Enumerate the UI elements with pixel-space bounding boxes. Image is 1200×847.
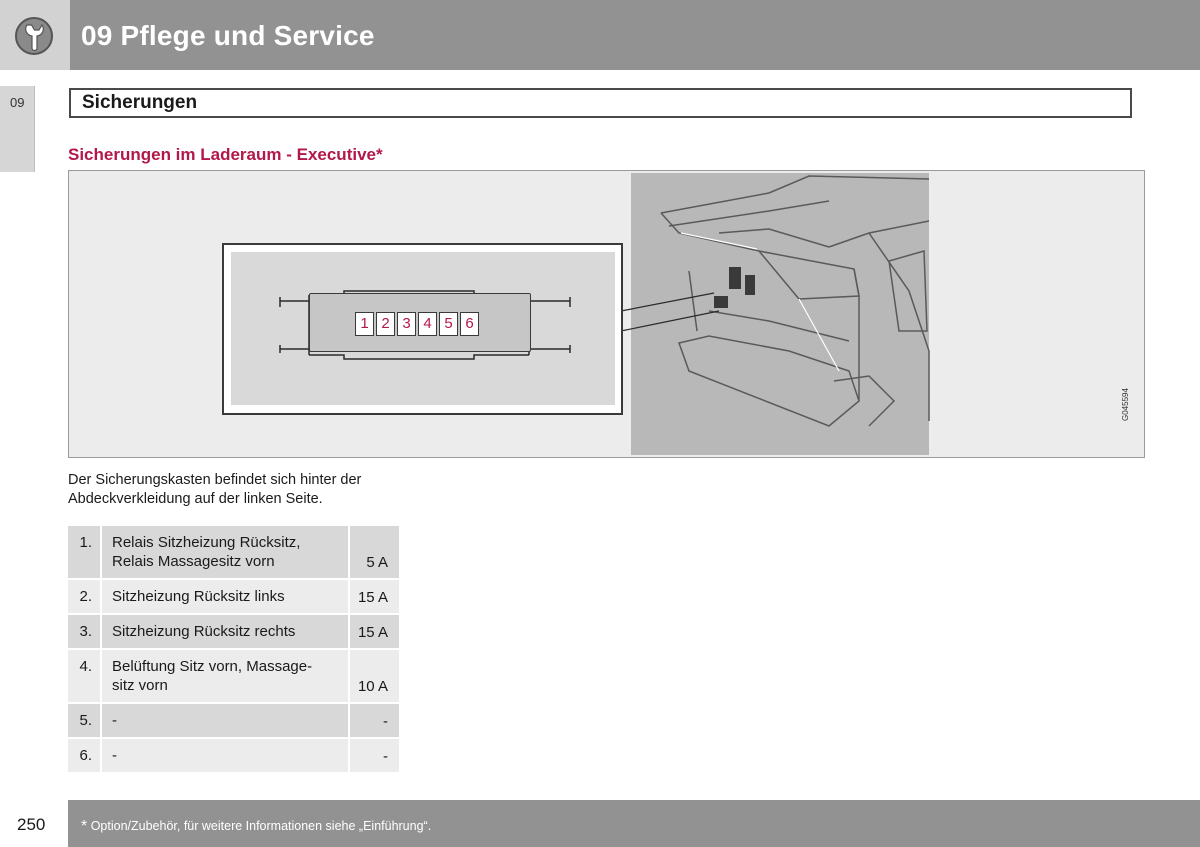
table-row: 4. Belüftung Sitz vorn, Massage-sitz vorn… <box>68 650 399 704</box>
fuse-number-cell: 3. <box>68 615 100 650</box>
chapter-tab-label: 09 <box>10 95 25 110</box>
page-footer: * Option/Zubehör, für weitere Informatio… <box>68 800 1200 847</box>
fuse-description-cell: - <box>100 704 348 739</box>
fuse-number: 6. <box>79 747 92 764</box>
fuse-number-cell: 4. <box>68 650 100 704</box>
table-row: 5. - - <box>68 704 399 739</box>
fuse-number: 3. <box>79 623 92 640</box>
fuse-slot: 6 <box>460 312 479 336</box>
fuse-amperage-cell: - <box>348 704 399 739</box>
fuse-number: 5. <box>79 712 92 729</box>
fuse-description-cell: Belüftung Sitz vorn, Massage-sitz vorn <box>100 650 348 704</box>
fuse-description-line: Relais Sitzheizung Rücksitz, <box>112 534 301 551</box>
fuse-number-cell: 5. <box>68 704 100 739</box>
fuse-amperage-cell: 5 A <box>348 526 399 580</box>
table-row: 3. Sitzheizung Rücksitz rechts 15 A <box>68 615 399 650</box>
fuse-description-line: - <box>112 712 117 729</box>
fuse-slot: 3 <box>397 312 416 336</box>
fuse-amperage: 10 A <box>357 678 388 695</box>
fuse-description-line: sitz vorn <box>112 677 168 694</box>
fuse-box-illustration: 1 2 3 4 5 6 G045594 <box>68 170 1145 458</box>
fuse-block: 1 2 3 4 5 6 <box>309 293 531 352</box>
footer-note: * Option/Zubehör, für weitere Informatio… <box>81 818 431 836</box>
fuse-description-cell: Sitzheizung Rücksitz links <box>100 580 348 615</box>
fuse-number-cell: 6. <box>68 739 100 774</box>
section-title: Sicherungen <box>82 92 198 113</box>
footer-note-text: Option/Zubehör, für weitere Informatione… <box>87 819 432 833</box>
fuse-number: 1. <box>79 534 92 551</box>
fuse-slot: 4 <box>418 312 437 336</box>
fuse-amperage-cell: 15 A <box>348 615 399 650</box>
section-title-box: Sicherungen <box>69 88 1132 118</box>
fuse-amperage: 15 A <box>357 624 388 641</box>
fuse-slot: 1 <box>355 312 374 336</box>
chapter-tab: 09 <box>0 86 35 172</box>
fuse-description-line: - <box>112 747 117 764</box>
fuse-description-cell: Sitzheizung Rücksitz rechts <box>100 615 348 650</box>
fuse-amperage: - <box>383 713 388 730</box>
fuse-number: 4. <box>79 658 92 675</box>
page-header: 09 Pflege und Service <box>0 0 1200 70</box>
fuse-description-line: Relais Massagesitz vorn <box>112 553 275 570</box>
fuse-amperage: 15 A <box>357 589 388 606</box>
fuse-description-line: Sitzheizung Rücksitz links <box>112 588 285 605</box>
subheading: Sicherungen im Laderaum - Executive* <box>68 145 383 164</box>
fuse-amperage: 5 A <box>366 554 388 571</box>
table-row: 6. - - <box>68 739 399 774</box>
body-text: Der Sicherungskasten befindet sich hinte… <box>68 472 362 507</box>
figure-code: G045594 <box>1121 388 1130 421</box>
fuse-description-cell: Relais Sitzheizung Rücksitz, Relais Massa… <box>100 526 348 580</box>
table-row: 1. Relais Sitzheizung Rücksitz, Relais Mas… <box>68 526 399 580</box>
wrench-icon <box>15 17 53 55</box>
chapter-title: 09 Pflege und Service <box>81 20 375 51</box>
header-icon-box <box>0 0 70 70</box>
fuse-row: 1 2 3 4 5 6 <box>355 312 479 336</box>
fuse-slot: 5 <box>439 312 458 336</box>
fuse-amperage-cell: 15 A <box>348 580 399 615</box>
fuse-description-cell: - <box>100 739 348 774</box>
fuse-table: 1. Relais Sitzheizung Rücksitz, Relais Mas… <box>68 526 399 774</box>
fuse-description-line: Belüftung Sitz vorn, Massage- <box>112 658 313 675</box>
fuse-description-line: Sitzheizung Rücksitz rechts <box>112 623 296 640</box>
fuse-amperage-cell: 10 A <box>348 650 399 704</box>
fuse-slot: 2 <box>376 312 395 336</box>
fuse-number: 2. <box>79 588 92 605</box>
fuse-amperage: - <box>383 748 388 765</box>
fuse-number-cell: 1. <box>68 526 100 580</box>
page-number: 250 <box>17 815 46 834</box>
fuse-amperage-cell: - <box>348 739 399 774</box>
table-row: 2. Sitzheizung Rücksitz links 15 A <box>68 580 399 615</box>
fuse-number-cell: 2. <box>68 580 100 615</box>
fuse-box-inset: 1 2 3 4 5 6 <box>222 243 623 415</box>
